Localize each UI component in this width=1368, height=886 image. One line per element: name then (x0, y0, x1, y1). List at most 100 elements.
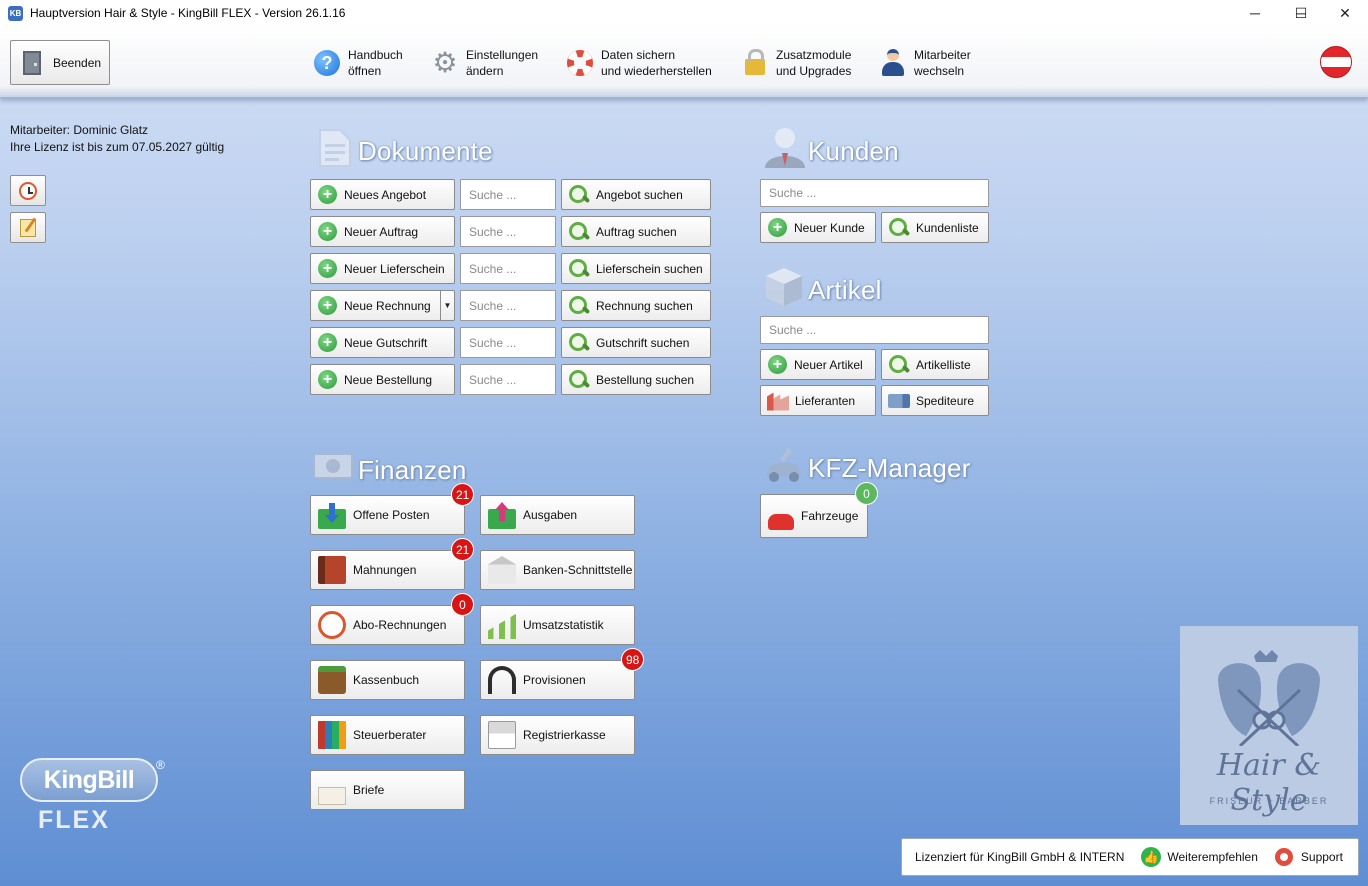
find-document-button[interactable]: Lieferschein suchen (561, 253, 711, 284)
factory-icon (767, 392, 789, 411)
cash-register-icon (488, 721, 516, 749)
addons-button[interactable]: Zusatzmodule und Upgrades (740, 46, 851, 80)
finance-button[interactable]: Steuerberater (310, 715, 465, 755)
new-document-button[interactable]: + Neue Gutschrift (310, 327, 455, 358)
find-document-button[interactable]: Gutschrift suchen (561, 327, 711, 358)
switch-employee-label: Mitarbeiter wechseln (914, 48, 971, 78)
help-icon: ? (312, 48, 342, 78)
find-document-button[interactable]: Auftrag suchen (561, 216, 711, 247)
finance-button[interactable]: Registrierkasse (480, 715, 635, 755)
document-search-input[interactable] (460, 253, 556, 284)
new-document-button[interactable]: + Neuer Auftrag (310, 216, 455, 247)
find-document-button[interactable]: Rechnung suchen (561, 290, 711, 321)
settings-label: Einstellungen ändern (466, 48, 539, 78)
truck-icon (888, 393, 910, 408)
plus-icon: + (318, 370, 337, 389)
new-document-label: Neues Angebot (344, 187, 427, 202)
close-button[interactable]: ✕ (1322, 0, 1368, 26)
customer-search-input[interactable] (760, 179, 989, 207)
carriers-label: Spediteure (916, 393, 975, 408)
finance-button[interactable]: Abo-Rechnungen (310, 605, 465, 645)
new-customer-label: Neuer Kunde (794, 220, 865, 235)
finance-button-label: Offene Posten (353, 508, 430, 522)
find-document-label: Auftrag suchen (596, 224, 677, 239)
main-toolbar: Beenden ? Handbuch öffnen ⚙ Einstellunge… (0, 26, 1368, 98)
timer-icon (318, 611, 346, 639)
vehicles-button[interactable]: Fahrzeuge (760, 494, 868, 538)
search-icon (568, 332, 590, 354)
minimize-button-real[interactable]: ─ (1232, 0, 1278, 26)
notes-button[interactable] (10, 212, 46, 243)
employee-name: Mitarbeiter: Dominic Glatz (10, 123, 149, 137)
finance-button[interactable]: Mahnungen (310, 550, 465, 590)
exit-button[interactable]: Beenden (10, 40, 110, 85)
finance-button-label: Briefe (353, 783, 385, 797)
find-document-label: Gutschrift suchen (596, 335, 690, 350)
new-document-button[interactable]: + Neue Rechnung ▼ (310, 290, 455, 321)
new-document-label: Neuer Auftrag (344, 224, 419, 239)
document-search-input[interactable] (460, 179, 556, 210)
finance-button[interactable]: Umsatzstatistik (480, 605, 635, 645)
plus-icon: + (768, 218, 787, 237)
article-search-input[interactable] (760, 316, 989, 344)
box-icon (766, 268, 802, 306)
new-document-button[interactable]: + Neues Angebot (310, 179, 455, 210)
recommend-link[interactable]: Weiterempfehlen (1167, 850, 1258, 864)
car-icon (768, 514, 794, 530)
suppliers-button[interactable]: Lieferanten (760, 385, 876, 416)
switch-employee-button[interactable]: Mitarbeiter wechseln (878, 46, 971, 80)
settings-button[interactable]: ⚙ Einstellungen ändern (430, 46, 538, 80)
barber-faces-icon (1218, 650, 1320, 746)
thumbs-up-icon[interactable]: 👍 (1141, 847, 1162, 867)
find-document-button[interactable]: Angebot suchen (561, 179, 711, 210)
find-document-button[interactable]: Bestellung suchen (561, 364, 711, 395)
search-icon (888, 217, 910, 239)
search-icon (568, 295, 590, 317)
finance-button-label: Ausgaben (523, 508, 578, 522)
plus-icon: + (318, 222, 337, 241)
registered-mark: ® (156, 758, 165, 772)
lifebuoy-icon (565, 48, 595, 78)
new-article-button[interactable]: + Neuer Artikel (760, 349, 876, 380)
alarm-clock-button[interactable] (10, 175, 46, 206)
document-search-input[interactable] (460, 290, 556, 321)
car-wrench-icon (766, 448, 802, 482)
support-lifebuoy-icon[interactable] (1274, 848, 1293, 866)
finance-button[interactable]: Banken-Schnittstelle (480, 550, 635, 590)
article-list-button[interactable]: Artikelliste (881, 349, 989, 380)
count-badge: 98 (621, 648, 645, 671)
new-customer-button[interactable]: + Neuer Kunde (760, 212, 876, 243)
document-search-input[interactable] (460, 364, 556, 395)
wallet-icon (318, 666, 346, 694)
support-link[interactable]: Support (1301, 850, 1343, 864)
new-document-button[interactable]: + Neuer Lieferschein (310, 253, 455, 284)
customer-list-button[interactable]: Kundenliste (881, 212, 989, 243)
manual-button[interactable]: ? Handbuch öffnen (312, 46, 403, 80)
find-document-label: Bestellung suchen (596, 372, 695, 387)
finance-button-label: Abo-Rechnungen (353, 618, 447, 632)
finance-button[interactable]: Offene Posten (310, 495, 465, 535)
kunden-title: Kunden (808, 136, 899, 166)
document-search-input[interactable] (460, 327, 556, 358)
finance-button[interactable]: Kassenbuch (310, 660, 465, 700)
brand-name: Hair & Style (1216, 748, 1322, 818)
new-document-label: Neue Gutschrift (344, 335, 428, 350)
title-bar: KB Hauptversion Hair & Style - KingBill … (0, 0, 1368, 26)
manual-label: Handbuch öffnen (348, 48, 403, 78)
inbox-arrow-down-icon (318, 503, 346, 529)
dropdown-arrow-icon[interactable]: ▼ (440, 291, 454, 320)
document-search-input[interactable] (460, 216, 556, 247)
binders-icon (318, 721, 346, 749)
finance-button[interactable]: Ausgaben (480, 495, 635, 535)
austria-flag-icon[interactable] (1320, 46, 1352, 78)
new-document-button[interactable]: + Neue Bestellung (310, 364, 455, 395)
finance-button[interactable]: Provisionen (480, 660, 635, 700)
finance-button[interactable]: Briefe (310, 770, 465, 810)
maximize-button[interactable]: ☐ (1278, 0, 1324, 26)
find-document-label: Lieferschein suchen (596, 261, 703, 276)
artikel-title: Artikel (808, 275, 882, 305)
carriers-button[interactable]: Spediteure (881, 385, 989, 416)
finance-button-label: Kassenbuch (353, 673, 420, 687)
backup-button[interactable]: Daten sichern und wiederherstellen (565, 46, 712, 80)
user-icon (878, 48, 908, 78)
